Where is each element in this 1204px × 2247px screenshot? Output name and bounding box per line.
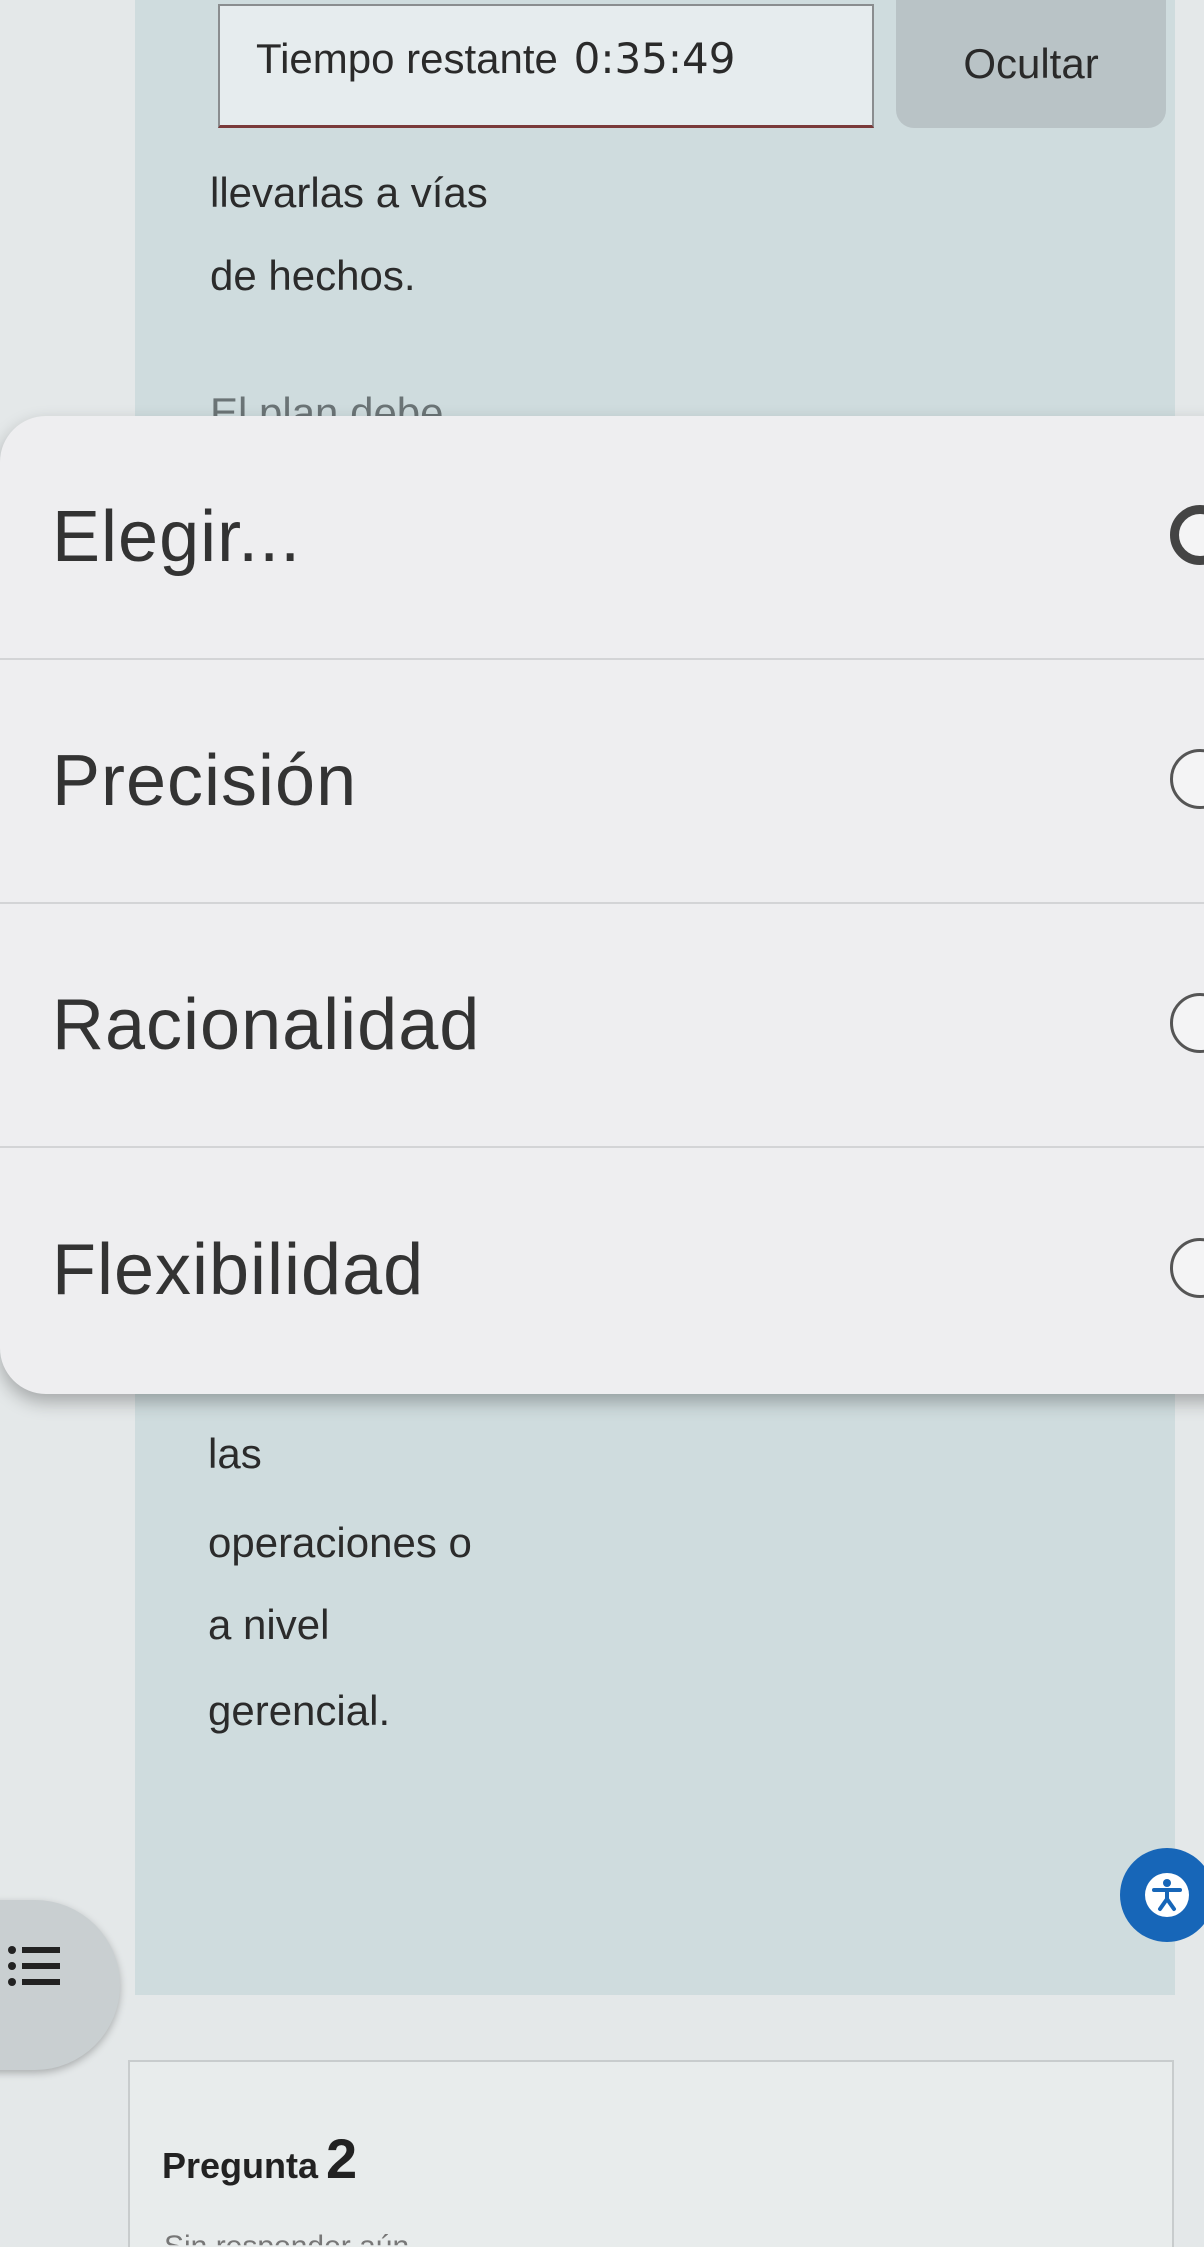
question-label: Pregunta <box>162 2145 319 2186</box>
dropdown-option-racionalidad[interactable]: Racionalidad <box>0 904 1204 1148</box>
dropdown-option-flexibilidad[interactable]: Flexibilidad <box>0 1148 1204 1392</box>
question-text-line: operaciones o <box>208 1519 472 1566</box>
timer-value: 0:35:49 <box>573 34 736 83</box>
dropdown-option-elegir[interactable]: Elegir... <box>0 416 1204 660</box>
question-number: 2 <box>326 2127 358 2190</box>
timer-label: Tiempo restante <box>256 35 558 82</box>
radio-unselected-icon[interactable] <box>1170 749 1204 809</box>
timer-text: Tiempo restante 0:35:49 <box>256 34 736 83</box>
quiz-page: Tiempo restante 0:35:49 Ocultar llevarla… <box>0 0 1204 2247</box>
question-text-line: gerencial. <box>208 1687 391 1734</box>
question-status: Sin responder aún <box>164 2230 410 2247</box>
question-text-line: de hechos. <box>210 252 416 299</box>
hide-timer-button[interactable]: Ocultar <box>896 0 1166 128</box>
question-text-line: las <box>208 1430 262 1477</box>
accessibility-button[interactable] <box>1120 1848 1204 1942</box>
radio-unselected-icon[interactable] <box>1170 1238 1204 1298</box>
radio-selected-icon[interactable] <box>1170 505 1204 565</box>
question-number-title: Pregunta 2 <box>162 2126 357 2191</box>
dropdown-option-label: Precisión <box>52 741 358 821</box>
timer-box: Tiempo restante 0:35:49 <box>218 4 874 128</box>
accessibility-icon <box>1142 1870 1192 1920</box>
question-text-line: a nivel <box>208 1601 330 1648</box>
question-navigation-button[interactable] <box>0 1900 120 2070</box>
dropdown-option-label: Racionalidad <box>52 985 481 1065</box>
list-icon <box>4 1936 64 2001</box>
radio-unselected-icon[interactable] <box>1170 993 1204 1053</box>
question-text-line: llevarlas a vías <box>210 169 488 216</box>
dropdown-option-label: Elegir... <box>52 497 302 577</box>
dropdown-option-label: Flexibilidad <box>52 1230 425 1310</box>
dropdown-option-precision[interactable]: Precisión <box>0 660 1204 904</box>
next-question-card[interactable]: Pregunta 2 Sin responder aún <box>128 2060 1174 2247</box>
answer-dropdown-list: Elegir... Precisión Racionalidad Flexibi… <box>0 416 1204 1394</box>
